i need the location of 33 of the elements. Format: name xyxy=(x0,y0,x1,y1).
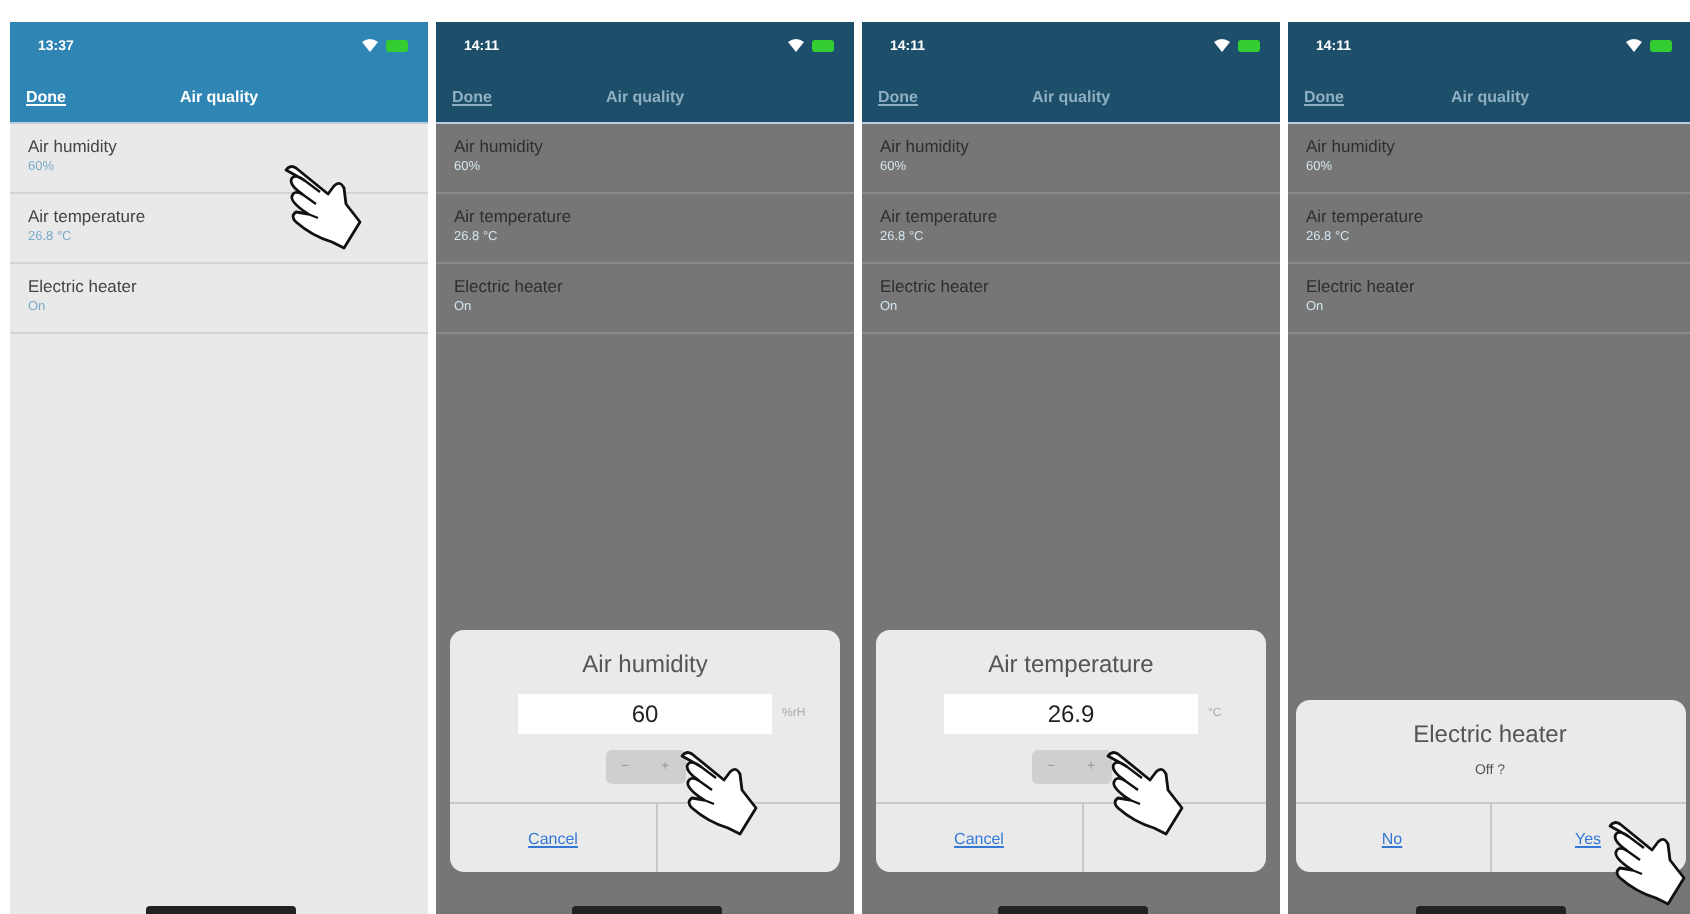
status-icons xyxy=(1212,38,1264,54)
nav-title: Air quality xyxy=(179,87,259,105)
item-label: Air temperature xyxy=(454,206,574,226)
item-label: Air humidity xyxy=(454,136,545,156)
status-icons xyxy=(1624,38,1676,54)
item-label: Electric heater xyxy=(454,276,565,296)
item-label: Electric heater xyxy=(28,276,139,296)
item-label: Air humidity xyxy=(28,136,119,156)
pointing-hand-icon xyxy=(1604,818,1690,910)
dialog-title: Electric heater xyxy=(1413,720,1567,748)
nav-title: Air quality xyxy=(1450,87,1530,105)
dialog-title: Air temperature xyxy=(988,650,1154,678)
item-label: Air temperature xyxy=(28,206,148,226)
done-button[interactable]: Done xyxy=(1304,87,1344,105)
value-field[interactable]: 60 xyxy=(518,694,772,734)
value-field[interactable]: 26.9 xyxy=(944,694,1198,734)
item-label: Air humidity xyxy=(880,136,971,156)
dialog-button[interactable]: Cancel xyxy=(876,804,1082,872)
dialog-button[interactable]: No xyxy=(1295,804,1489,872)
nav-title: Air quality xyxy=(1031,87,1111,105)
nav-title: Air quality xyxy=(605,87,685,105)
dialog-button[interactable]: Cancel xyxy=(450,804,656,872)
done-button[interactable]: Done xyxy=(452,87,492,105)
status-icons xyxy=(360,38,412,54)
item-label: Electric heater xyxy=(880,276,991,296)
dialog-title: Air humidity xyxy=(582,650,708,678)
done-button[interactable]: Done xyxy=(26,87,66,105)
item-label: Electric heater xyxy=(1306,276,1417,296)
item-label: Air temperature xyxy=(880,206,1000,226)
item-label: Air humidity xyxy=(1306,136,1397,156)
status-icons xyxy=(786,38,838,54)
item-label: Air temperature xyxy=(1306,206,1426,226)
done-button[interactable]: Done xyxy=(878,87,918,105)
